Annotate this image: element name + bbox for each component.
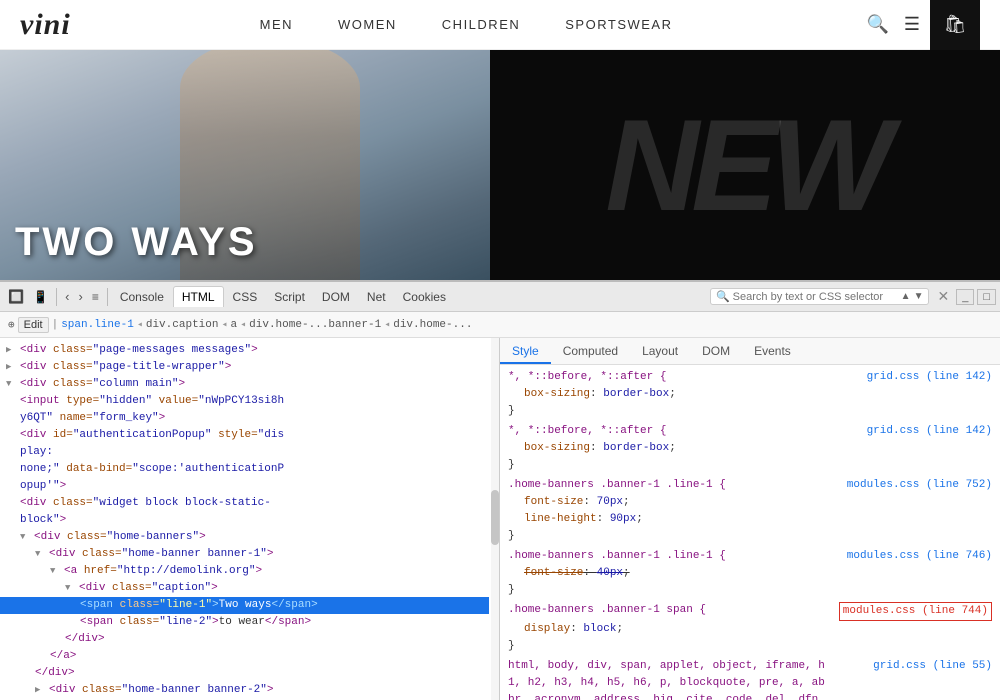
hero-text-right: NEW xyxy=(605,90,884,240)
nav-women[interactable]: WOMEN xyxy=(338,17,397,32)
hero-section: TWO WAYS NEW xyxy=(0,50,1000,280)
css-panel-tabs: Style Computed Layout DOM Events xyxy=(500,338,1000,365)
devtools-nav-fwd[interactable]: › xyxy=(74,287,86,306)
devtools-breadcrumb-icon[interactable]: ≡ xyxy=(88,288,103,306)
html-line-15: </div> xyxy=(0,665,489,682)
css-source-1[interactable]: grid.css (line 142) xyxy=(867,369,992,386)
css-content[interactable]: *, *::before, *::after { grid.css (line … xyxy=(500,365,1000,700)
html-line-1: ▶ <div class="page-messages messages"> xyxy=(0,342,489,359)
devtools-close-icon[interactable]: ✕ xyxy=(933,286,953,307)
breadcrumb-div-caption[interactable]: div.caption xyxy=(146,319,219,331)
search-box: 🔍 ▲ ▼ xyxy=(710,288,930,305)
toolbar-sep-2 xyxy=(107,288,108,306)
nav-children[interactable]: CHILDREN xyxy=(442,17,520,32)
devtools-toolbar: 🔲 📱 ‹ › ≡ Console HTML CSS Script DOM Ne… xyxy=(0,282,1000,312)
html-line-3: ▼ <div class="column main"> xyxy=(0,376,489,393)
html-line-14: </a> xyxy=(0,648,489,665)
cart-icon-button[interactable]: 🛍 xyxy=(930,0,980,50)
top-navigation: vini MEN WOMEN CHILDREN SPORTSWEAR 🔍 ☰ 🛍 xyxy=(0,0,1000,50)
tab-console[interactable]: Console xyxy=(112,287,172,307)
html-line-4: <input type="hidden" value="nWpPCY13si8h xyxy=(0,393,489,410)
css-source-2[interactable]: grid.css (line 142) xyxy=(867,423,992,440)
html-line-8: ▼ <div class="home-banner banner-1"> xyxy=(0,546,489,563)
html-line-5b: play: xyxy=(0,444,489,461)
css-source-3[interactable]: modules.css (line 752) xyxy=(847,477,992,494)
html-line-5c: none;" data-bind="scope:'authenticationP xyxy=(0,461,489,478)
css-rule-2: *, *::before, *::after { grid.css (line … xyxy=(508,423,992,474)
breadcrumb-div-home[interactable]: div.home-... xyxy=(393,319,472,331)
html-line-6: <div class="widget block block-static- xyxy=(0,495,489,512)
breadcrumb-a[interactable]: a xyxy=(231,319,238,331)
html-line-5d: opup'"> xyxy=(0,478,489,495)
tab-html[interactable]: HTML xyxy=(173,286,224,307)
search-down-icon[interactable]: ▼ xyxy=(914,291,924,302)
html-line-13: </div> xyxy=(0,631,489,648)
css-tab-layout[interactable]: Layout xyxy=(630,340,690,364)
bc-arrow-3: ◂ xyxy=(240,319,246,331)
html-line-9: ▼ <a href="http://demolink.org"> xyxy=(0,563,489,580)
breadcrumb-bar: ⊕ Edit | span.line-1 ◂ div.caption ◂ a ◂… xyxy=(0,312,1000,338)
html-line-6b: block"> xyxy=(0,512,489,529)
css-rule-1: *, *::before, *::after { grid.css (line … xyxy=(508,369,992,420)
nav-icons: 🔍 ☰ 🛍 xyxy=(861,0,980,50)
html-scrollbar-thumb xyxy=(491,490,499,545)
devtools-inspect-icon[interactable]: 🔲 xyxy=(4,287,28,307)
tab-dom[interactable]: DOM xyxy=(314,287,358,307)
tab-css[interactable]: CSS xyxy=(225,287,266,307)
devtools-panel: 🔲 📱 ‹ › ≡ Console HTML CSS Script DOM Ne… xyxy=(0,280,1000,700)
nav-links: MEN WOMEN CHILDREN SPORTSWEAR xyxy=(260,17,673,32)
css-tab-style[interactable]: Style xyxy=(500,340,551,364)
bc-arrow-1: ◂ xyxy=(137,319,143,331)
tab-net[interactable]: Net xyxy=(359,287,394,307)
css-rule-5: .home-banners .banner-1 span { modules.c… xyxy=(508,602,992,655)
html-panel-inner[interactable]: ▶ <div class="page-messages messages"> ▶… xyxy=(0,338,499,700)
css-tab-events[interactable]: Events xyxy=(742,340,803,364)
hero-left: TWO WAYS xyxy=(0,50,490,280)
css-tab-dom[interactable]: DOM xyxy=(690,340,742,364)
bc-arrow-2: ◂ xyxy=(221,319,227,331)
css-rule-3: .home-banners .banner-1 .line-1 { module… xyxy=(508,477,992,545)
breadcrumb-div-banner1[interactable]: div.home-...banner-1 xyxy=(249,319,381,331)
html-line-16: ▶ <div class="home-banner banner-2"> xyxy=(0,682,489,699)
css-source-6[interactable]: grid.css (line 55) xyxy=(873,658,992,675)
css-source-5-red[interactable]: modules.css (line 744) xyxy=(839,602,992,621)
edit-button[interactable]: Edit xyxy=(18,317,49,333)
devtools-responsive-icon[interactable]: 📱 xyxy=(29,288,52,306)
html-line-12: <span class="line-2">to wear</span> xyxy=(0,614,489,631)
toolbar-sep-1 xyxy=(56,288,57,306)
menu-icon-button[interactable]: ☰ xyxy=(899,9,925,40)
hero-right: NEW xyxy=(490,50,1000,280)
html-line-selected[interactable]: <span class="line-1">Two ways</span> xyxy=(0,597,489,614)
html-scrollbar-track[interactable] xyxy=(491,338,499,700)
breadcrumb-span-line1[interactable]: span.line-1 xyxy=(61,319,134,331)
html-panel: ▶ <div class="page-messages messages"> ▶… xyxy=(0,338,500,700)
html-line-4b: y6QT" name="form_key"> xyxy=(0,410,489,427)
devtools-cursor-icon: ⊕ xyxy=(8,318,15,332)
logo[interactable]: vini xyxy=(20,8,71,42)
css-rule-4: .home-banners .banner-1 .line-1 { module… xyxy=(508,548,992,599)
css-panel: Style Computed Layout DOM Events *, *::b… xyxy=(500,338,1000,700)
tab-script[interactable]: Script xyxy=(266,287,313,307)
devtools-main-content: ▶ <div class="page-messages messages"> ▶… xyxy=(0,338,1000,700)
css-rule-6: html, body, div, span, applet, object, i… xyxy=(508,658,992,700)
search-magnifier-icon: 🔍 xyxy=(716,290,730,303)
css-search-input[interactable] xyxy=(733,291,898,303)
nav-sportswear[interactable]: SPORTSWEAR xyxy=(565,17,672,32)
css-tab-computed[interactable]: Computed xyxy=(551,340,630,364)
breadcrumb-separator-1: | xyxy=(52,319,59,331)
html-line-10: ▼ <div class="caption"> xyxy=(0,580,489,597)
css-source-4[interactable]: modules.css (line 746) xyxy=(847,548,992,565)
hero-text-left: TWO WAYS xyxy=(15,220,258,265)
nav-men[interactable]: MEN xyxy=(260,17,293,32)
tab-cookies[interactable]: Cookies xyxy=(395,287,454,307)
html-line-5: <div id="authenticationPopup" style="dis xyxy=(0,427,489,444)
html-line-7: ▼ <div class="home-banners"> xyxy=(0,529,489,546)
html-line-2: ▶ <div class="page-title-wrapper"> xyxy=(0,359,489,376)
devtools-maximize-icon[interactable]: □ xyxy=(977,289,996,305)
devtools-minimize-icon[interactable]: _ xyxy=(956,289,974,305)
search-up-icon[interactable]: ▲ xyxy=(901,291,911,302)
devtools-nav-back[interactable]: ‹ xyxy=(61,287,73,306)
search-icon-button[interactable]: 🔍 xyxy=(861,9,893,40)
bc-arrow-4: ◂ xyxy=(384,319,390,331)
